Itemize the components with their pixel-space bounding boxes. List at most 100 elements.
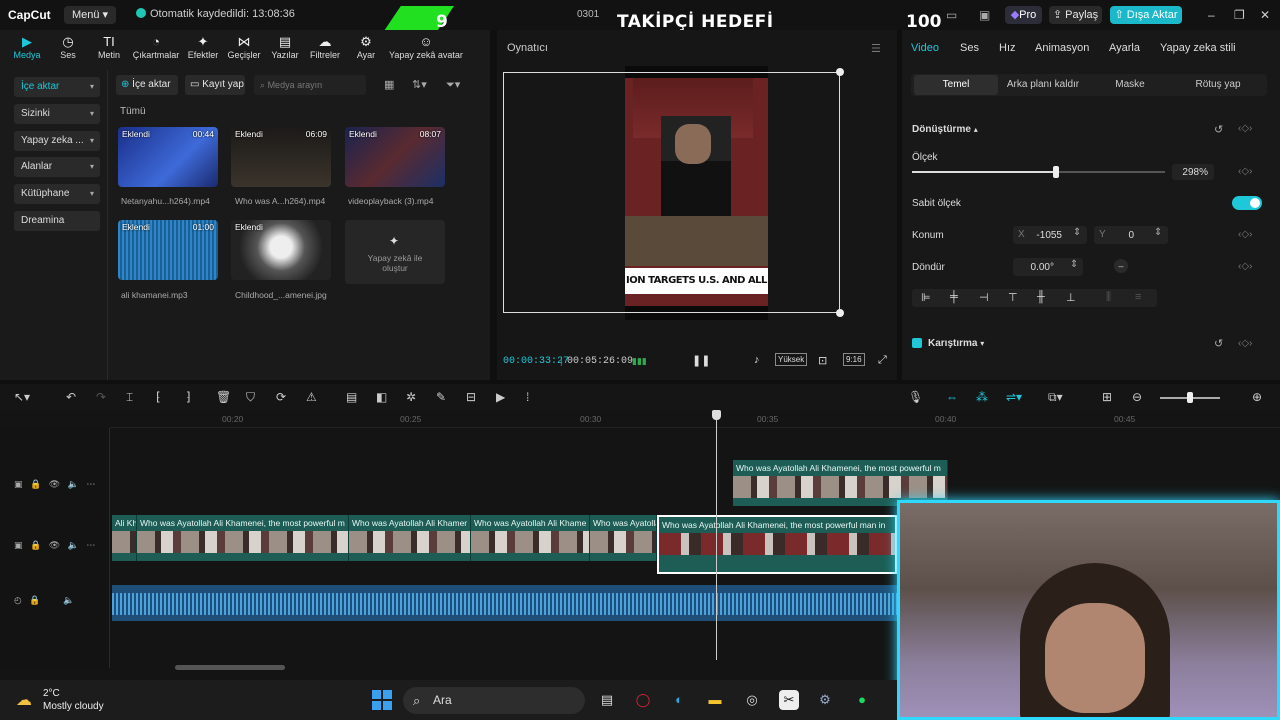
nav-spaces[interactable]: Alanlar ▾ — [14, 157, 100, 177]
resize-handle[interactable] — [836, 68, 844, 76]
edge-icon[interactable]: ◐ — [669, 690, 689, 710]
scale-slider-track[interactable] — [1056, 171, 1165, 173]
obs-icon[interactable]: ◎ — [742, 690, 762, 710]
main-clip[interactable]: Who was Ayatollah Ali Khame — [471, 515, 590, 561]
snapshot-icon[interactable]: ⊡ — [818, 354, 827, 367]
import-button[interactable]: ⊕ İçe aktar — [116, 75, 178, 95]
menu-button[interactable]: Menü ▾ — [64, 6, 116, 24]
align-center-h-icon[interactable]: ╪ — [950, 291, 958, 303]
fit-icon[interactable]: ⊞ — [1102, 390, 1112, 404]
keyframe-icon[interactable]: ‹◇› — [1238, 229, 1252, 240]
tab-animation[interactable]: Animasyon — [1035, 42, 1089, 54]
stepper-icon[interactable]: ⇕ — [1073, 227, 1081, 238]
ai-create-tile[interactable]: ✦ Yapay zekâ ile oluştur — [345, 220, 445, 284]
link-icon[interactable]: ⁂ — [976, 390, 988, 404]
microphone-icon[interactable]: 🎙 — [908, 390, 923, 404]
screen-icon[interactable]: ▣ — [979, 8, 990, 22]
freeze-icon[interactable]: ▤ — [346, 390, 357, 404]
tiktok-icon[interactable]: ♪ — [754, 354, 760, 366]
magnet-icon[interactable]: ⇔ — [946, 390, 958, 404]
layout-icon[interactable]: ▭ — [946, 8, 957, 22]
opera-icon[interactable]: ◯ — [633, 690, 653, 710]
audio-clip[interactable] — [112, 585, 897, 621]
reverse-icon[interactable]: ◧ — [376, 390, 387, 404]
tool-adjust[interactable]: ⚙ Ayar — [341, 34, 391, 60]
tool-text[interactable]: TI Metin — [84, 34, 134, 60]
audio-split-icon[interactable]: ⁞ — [526, 390, 529, 404]
align-bottom-icon[interactable]: ⊥ — [1066, 291, 1076, 304]
tab-speed[interactable]: Hız — [999, 42, 1016, 54]
keyframe-icon[interactable]: ‹◇› — [1238, 123, 1252, 134]
magic-wand-icon[interactable]: ✎ — [436, 390, 446, 404]
keyframe-icon[interactable]: ‹◇› — [1238, 338, 1252, 349]
video-tool-icon[interactable]: ▶ — [496, 390, 505, 404]
media-search-input[interactable]: ⌕ Medya arayın — [254, 75, 366, 95]
align-right-icon[interactable]: ⊣ — [979, 291, 989, 304]
record-button[interactable]: ▭ Kayıt yap — [185, 75, 245, 95]
marker-icon[interactable]: ⛉ — [246, 390, 255, 405]
align-left-icon[interactable]: ⊫ — [921, 291, 931, 304]
scale-slider-handle[interactable] — [1053, 166, 1059, 178]
grid-view-icon[interactable]: ▦ — [384, 78, 394, 91]
subtab-remove-bg[interactable]: Arka planı kaldır — [1001, 75, 1085, 95]
redo-icon[interactable]: ↷ — [96, 390, 106, 404]
blend-checkbox[interactable] — [912, 338, 922, 348]
nav-library[interactable]: Kütüphane ▾ — [14, 184, 100, 204]
undo-icon[interactable]: ↶ — [66, 390, 76, 404]
playhead[interactable] — [716, 412, 717, 660]
main-clip[interactable]: Who was Ayatollah Ali Khamer — [349, 515, 471, 561]
main-clip-selected[interactable]: Who was Ayatollah Ali Khamenei, the most… — [657, 515, 897, 574]
caption-icon[interactable]: ⊟ — [466, 390, 476, 404]
menu-lines-icon[interactable]: ☰ — [871, 42, 881, 55]
pause-icon[interactable]: ❚❚ — [692, 354, 710, 367]
tab-audio[interactable]: Ses — [960, 42, 979, 54]
sort-icon[interactable]: ⇅▾ — [412, 78, 427, 91]
capcut-icon[interactable]: ✂ — [779, 690, 799, 710]
stepper-icon[interactable]: ⇕ — [1154, 227, 1162, 238]
tab-ai-style[interactable]: Yapay zeka stili — [1160, 42, 1236, 54]
transform-selection-box[interactable] — [503, 72, 840, 313]
folder-icon[interactable]: ▬ — [705, 690, 725, 710]
timeline-scrollbar[interactable] — [175, 665, 285, 670]
delete-icon[interactable]: 🗑 — [216, 390, 231, 404]
split-left-icon[interactable]: ⁅ — [156, 390, 161, 404]
rotate-dial-icon[interactable]: – — [1114, 259, 1128, 273]
spotify-icon[interactable]: ● — [852, 690, 872, 710]
taskbar-search[interactable]: ⌕ Ara — [403, 687, 585, 714]
align-top-icon[interactable]: ⊤ — [1008, 291, 1018, 304]
main-clip[interactable]: Who was Ayatollah Ali Khamenei, the most… — [137, 515, 349, 561]
ai-tool-icon[interactable]: ✲ — [406, 390, 416, 404]
zoom-in-icon[interactable]: ⊕ — [1252, 390, 1262, 404]
filter-funnel-icon[interactable]: ⏷▾ — [446, 78, 460, 92]
tab-video[interactable]: Video — [911, 42, 939, 54]
reset-icon[interactable]: ↺ — [1214, 123, 1223, 136]
nav-dreamina[interactable]: Dreamina — [14, 211, 100, 231]
stepper-icon[interactable]: ⇕ — [1070, 259, 1078, 270]
nav-import[interactable]: İçe aktar ▾ — [14, 77, 100, 97]
split-icon[interactable]: ⌶ — [126, 390, 133, 405]
export-button[interactable]: ⇧ Dışa Aktar — [1110, 6, 1182, 24]
weather-cloud-icon[interactable]: ☁ — [16, 690, 32, 710]
distribute-h-icon[interactable]: ⫼ — [1106, 291, 1111, 304]
align-middle-icon[interactable]: ╫ — [1037, 291, 1045, 303]
tab-adjust[interactable]: Ayarla — [1109, 42, 1140, 54]
windows-start-icon[interactable] — [372, 690, 392, 710]
time-ruler[interactable] — [110, 410, 1280, 428]
pro-button[interactable]: ◆Pro — [1005, 6, 1042, 24]
main-clip[interactable]: Who was Ayatolla — [590, 515, 657, 561]
resize-handle[interactable] — [836, 309, 844, 317]
media-thumb-3[interactable]: Eklendi 08:07 — [345, 127, 445, 187]
distribute-v-icon[interactable]: ≡ — [1135, 291, 1141, 303]
zoom-out-icon[interactable]: ⊖ — [1132, 390, 1142, 404]
media-thumb-1[interactable]: Eklendi 00:44 — [118, 127, 218, 187]
preview-axis-icon[interactable]: ⇌▾ — [1006, 390, 1022, 404]
share-button[interactable]: ⇪ Paylaş — [1049, 6, 1102, 24]
tool-stickers[interactable]: ◔ Çıkartmalar — [131, 34, 181, 60]
aspect-ratio-button[interactable]: 9:16 — [843, 353, 865, 366]
minimize-icon[interactable]: – — [1208, 8, 1215, 22]
playhead-handle[interactable] — [712, 410, 721, 420]
media-thumb-4[interactable]: Eklendi 01:00 — [118, 220, 218, 280]
subtab-mask[interactable]: Maske — [1088, 75, 1172, 95]
split-right-icon[interactable]: ⁆ — [186, 390, 191, 404]
reset-icon[interactable]: ↺ — [1214, 337, 1223, 350]
